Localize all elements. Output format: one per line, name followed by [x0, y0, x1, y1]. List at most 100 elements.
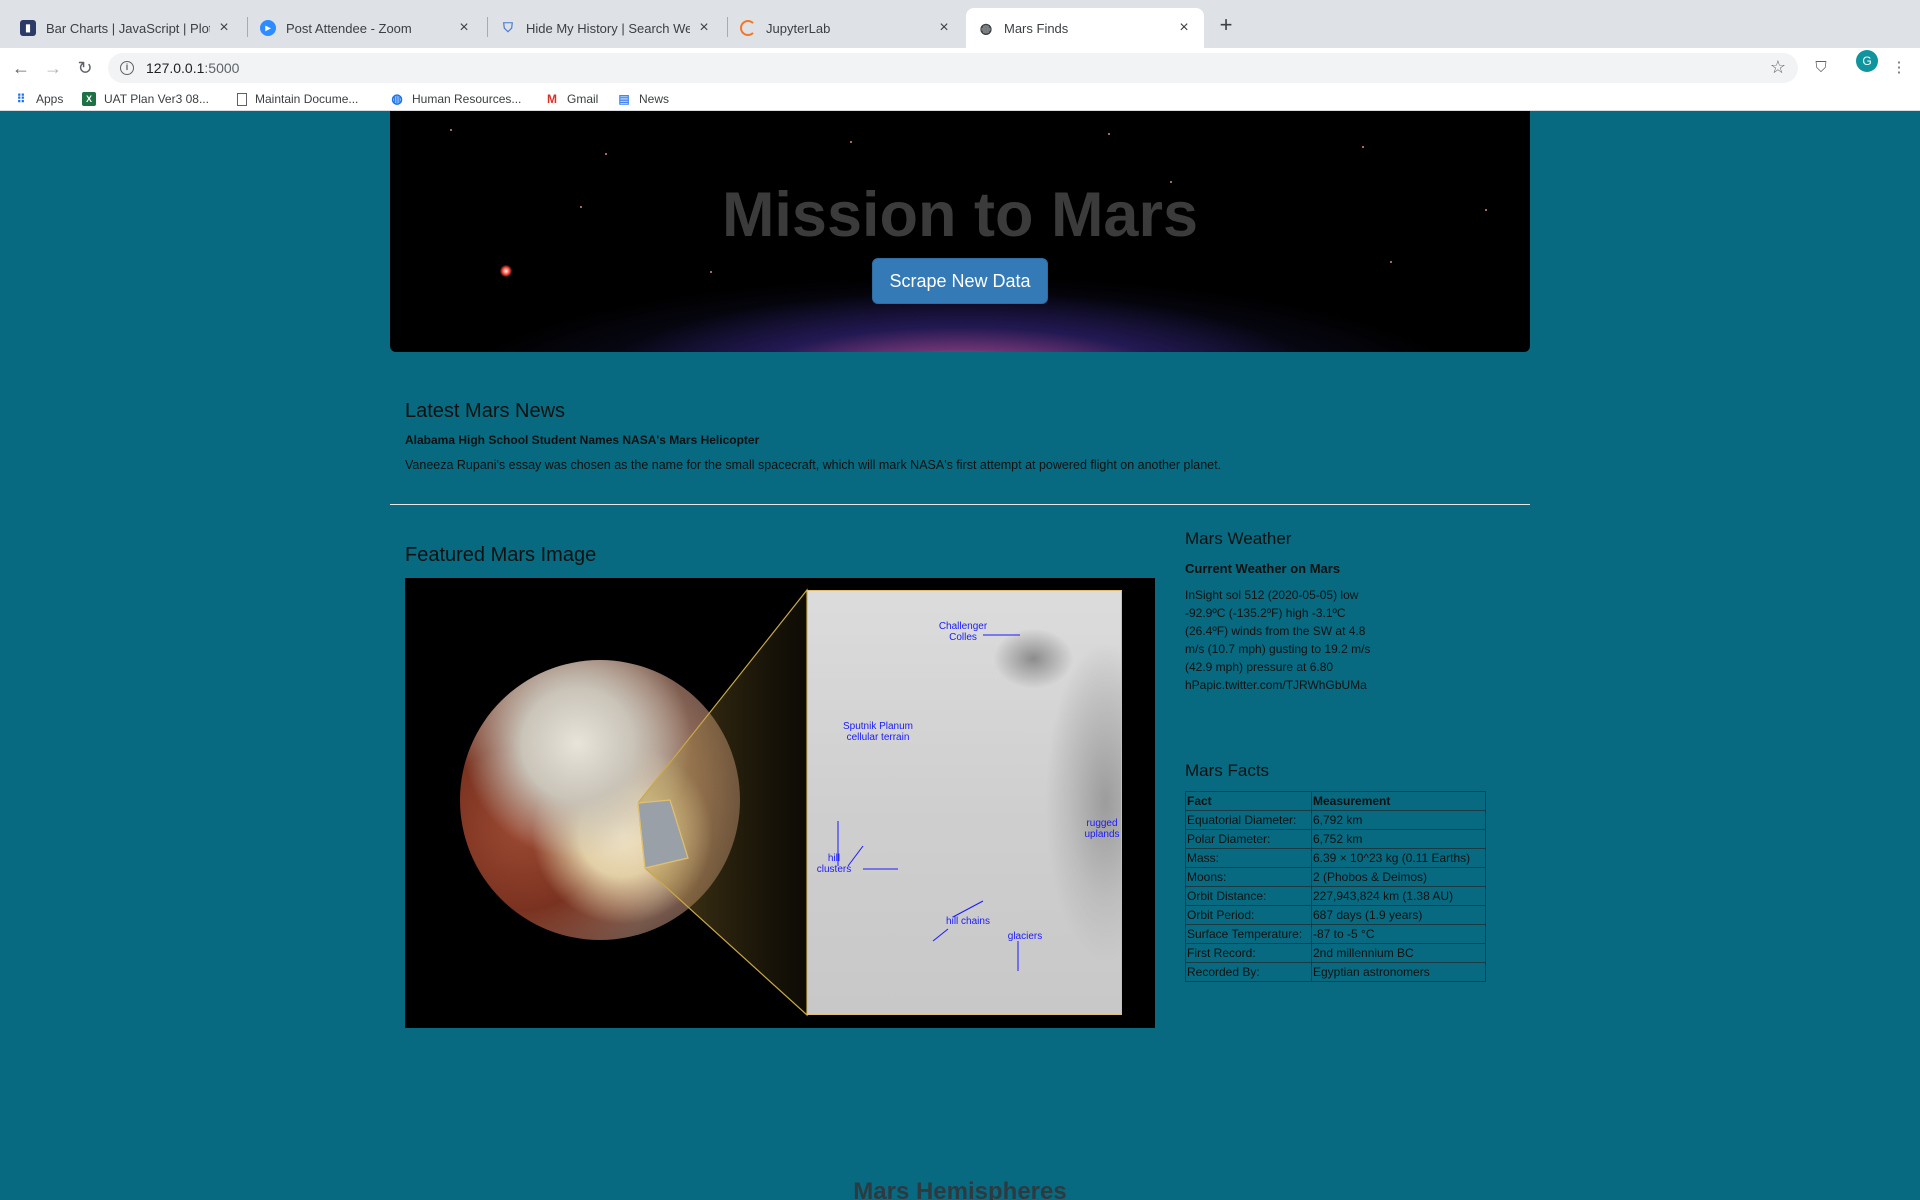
measurement-cell: -87 to -5 °C [1311, 924, 1486, 944]
excel-icon: X [82, 92, 96, 106]
annotation-arrows [837, 634, 1020, 971]
fact-cell: Surface Temperature: [1185, 924, 1312, 944]
weather-heading: Mars Weather [1185, 529, 1292, 548]
facts-table: Fact Measurement Equatorial Diameter: 6,7… [1185, 791, 1486, 982]
back-arrow-icon[interactable]: ← [9, 56, 33, 80]
measurement-cell: 687 days (1.9 years) [1311, 905, 1486, 925]
scrape-new-data-button[interactable]: Scrape New Data [872, 258, 1048, 304]
weather-subheading: Current Weather on Mars [1185, 561, 1341, 576]
weather-text: InSight sol 512 (2020-05-05) low -92.9ºC… [1185, 588, 1371, 692]
close-icon[interactable]: × [936, 20, 952, 36]
fact-cell: First Record: [1185, 943, 1312, 963]
star-dot [605, 153, 607, 155]
globe-icon: ◍ [979, 19, 993, 36]
news-paragraph: Vaneeza Rupani's essay was chosen as the… [405, 458, 1222, 472]
red-star [500, 265, 512, 277]
table-row: Orbit Distance: 227,943,824 km (1.38 AU) [1185, 886, 1486, 906]
close-icon[interactable]: × [696, 20, 712, 36]
bookmark-apps[interactable]: ⠿ Apps [14, 90, 64, 108]
tab-title: JupyterLab [766, 20, 831, 36]
tab-jupyterlab[interactable]: JupyterLab × [728, 8, 964, 48]
table-row: Recorded By: Egyptian astronomers [1185, 962, 1486, 982]
fact-cell: Polar Diameter: [1185, 829, 1312, 849]
bookmark-star-icon[interactable]: ☆ [1770, 57, 1786, 78]
tab-strip: ▮ Bar Charts | JavaScript | Plotly × ▸ P… [0, 0, 1920, 48]
featured-image-heading: Featured Mars Image [405, 544, 597, 566]
url-text: 127.0.0.1:5000 [146, 60, 239, 76]
measurement-cell: 6.39 × 10^23 kg (0.11 Earths) [1311, 848, 1486, 868]
measurement-cell: 2nd millennium BC [1311, 943, 1486, 963]
tab-hide-my-history[interactable]: ⛉ Hide My History | Search Web... × [488, 8, 724, 48]
table-row: Equatorial Diameter: 6,792 km [1185, 810, 1486, 830]
fact-cell: Recorded By: [1185, 962, 1312, 982]
apps-grid-icon: ⠿ [16, 92, 26, 106]
star-dot [710, 271, 712, 273]
hero-jumbotron: Mission to Mars Scrape New Data [390, 111, 1530, 352]
news-heading: Latest Mars News [405, 400, 566, 422]
address-bar[interactable]: i 127.0.0.1:5000 ☆ [108, 53, 1798, 83]
extension-shield-icon[interactable]: ⛉ [1810, 57, 1832, 79]
reload-icon[interactable]: ↻ [73, 56, 97, 80]
star-dot [450, 129, 452, 131]
star-dot [850, 141, 852, 143]
measurement-cell: 2 (Phobos & Deimos) [1311, 867, 1486, 887]
tab-title: Bar Charts | JavaScript | Plotly [46, 20, 210, 36]
bookmark-label: Gmail [567, 92, 599, 106]
jupyter-icon [740, 20, 756, 36]
bookmark-human-resources[interactable]: ◍ Human Resources... [390, 90, 521, 108]
menu-kebab-icon[interactable]: ⋮ [1888, 57, 1910, 79]
document-icon [237, 92, 247, 106]
info-icon[interactable]: i [120, 61, 134, 75]
profile-avatar[interactable]: G [1856, 50, 1878, 72]
close-icon[interactable]: × [456, 20, 472, 36]
bookmark-label: Maintain Docume... [255, 92, 359, 106]
url-host: 127.0.0.1 [146, 60, 205, 76]
measurement-cell: 6,792 km [1311, 810, 1486, 830]
hemispheres-heading: Mars Hemispheres [853, 1178, 1067, 1200]
fact-cell: Equatorial Diameter: [1185, 810, 1312, 830]
column-header: Fact [1185, 791, 1312, 811]
table-row: First Record: 2nd millennium BC [1185, 943, 1486, 963]
bookmark-gmail[interactable]: M Gmail [545, 90, 598, 108]
column-header: Measurement [1311, 791, 1486, 811]
tab-mars-finds[interactable]: ◍ Mars Finds × [966, 8, 1204, 48]
tab-zoom[interactable]: ▸ Post Attendee - Zoom × [248, 8, 484, 48]
shield-icon: ⛉ [503, 20, 513, 35]
table-row: Mass: 6.39 × 10^23 kg (0.11 Earths) [1185, 848, 1486, 868]
star-dot [1362, 146, 1364, 148]
fact-cell: Orbit Period: [1185, 905, 1312, 925]
table-header-row: Fact Measurement [1185, 791, 1486, 811]
browser-toolbar: ← → ↻ i 127.0.0.1:5000 ☆ ⛉ ⋮ [0, 48, 1920, 88]
gmail-icon: M [547, 92, 557, 106]
news-icon: ▤ [618, 92, 630, 106]
measurement-cell: 6,752 km [1311, 829, 1486, 849]
table-row: Polar Diameter: 6,752 km [1185, 829, 1486, 849]
bookmark-uat-plan[interactable]: X UAT Plan Ver3 08... [82, 90, 209, 108]
close-icon[interactable]: × [1176, 20, 1192, 36]
url-port: :5000 [204, 60, 240, 76]
bookmark-news[interactable]: ▤ News [617, 90, 669, 108]
close-icon[interactable]: × [216, 20, 232, 36]
tab-title: Mars Finds [1004, 20, 1069, 36]
featured-image[interactable]: Challenger Colles Sputnik Planum cellula… [405, 578, 1155, 1028]
terrain-closeup: Challenger Colles Sputnik Planum cellula… [807, 590, 1122, 1015]
bookmark-label: Human Resources... [412, 92, 522, 106]
bookmark-maintain-documents[interactable]: Maintain Docume... [237, 90, 358, 108]
table-row: Surface Temperature: -87 to -5 °C [1185, 924, 1486, 944]
new-tab-button[interactable]: + [1212, 12, 1240, 40]
fact-cell: Orbit Distance: [1185, 886, 1312, 906]
page-title: Mission to Mars [721, 180, 1199, 250]
tab-title: Hide My History | Search Web... [526, 20, 690, 36]
bookmarks-bar: ⠿ Apps X UAT Plan Ver3 08... Maintain Do… [0, 88, 1920, 111]
fact-cell: Moons: [1185, 867, 1312, 887]
tab-plotly[interactable]: ▮ Bar Charts | JavaScript | Plotly × [8, 8, 244, 48]
tab-title: Post Attendee - Zoom [286, 20, 412, 36]
forward-arrow-icon[interactable]: → [41, 56, 65, 80]
globe-icon: ◍ [391, 91, 403, 106]
zoom-icon: ▸ [260, 20, 276, 36]
bookmark-label: Apps [36, 92, 64, 106]
plotly-icon: ▮ [20, 20, 36, 36]
bookmark-label: UAT Plan Ver3 08... [104, 92, 209, 106]
facts-heading: Mars Facts [1185, 761, 1270, 780]
star-dot [1390, 261, 1392, 263]
